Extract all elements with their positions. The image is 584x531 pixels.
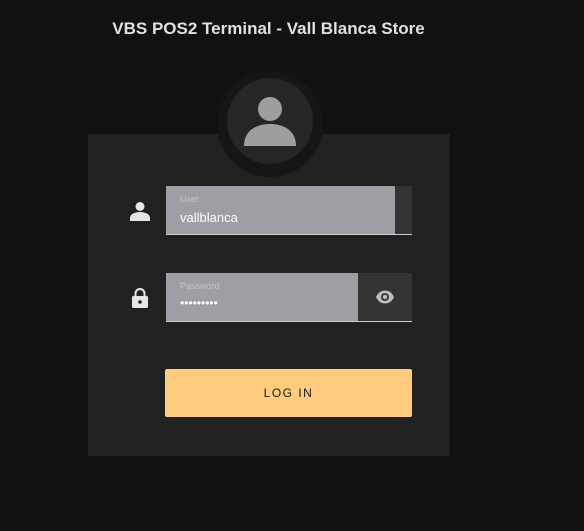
lock-icon — [132, 288, 148, 308]
app-title: VBS POS2 Terminal - Vall Blanca Store — [112, 19, 425, 38]
password-field-label: Password — [180, 281, 220, 291]
avatar — [227, 78, 313, 164]
eye-icon — [376, 290, 394, 304]
account-circle-icon — [244, 97, 296, 146]
user-input[interactable] — [180, 210, 380, 226]
toggle-password-visibility-button[interactable] — [358, 273, 412, 321]
password-input[interactable] — [180, 295, 380, 311]
user-field[interactable]: User — [166, 186, 412, 235]
person-icon — [130, 202, 150, 221]
user-field-label: User — [180, 194, 200, 204]
password-field[interactable]: Password — [166, 273, 412, 322]
login-button[interactable]: LOG IN — [165, 369, 412, 417]
